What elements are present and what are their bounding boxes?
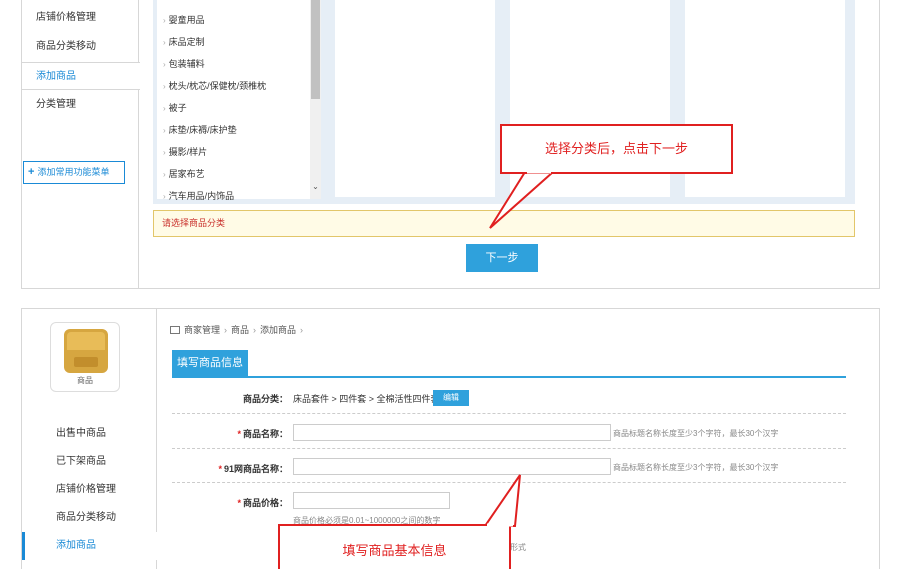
callout-pointer-bottom-mask: [487, 523, 513, 527]
